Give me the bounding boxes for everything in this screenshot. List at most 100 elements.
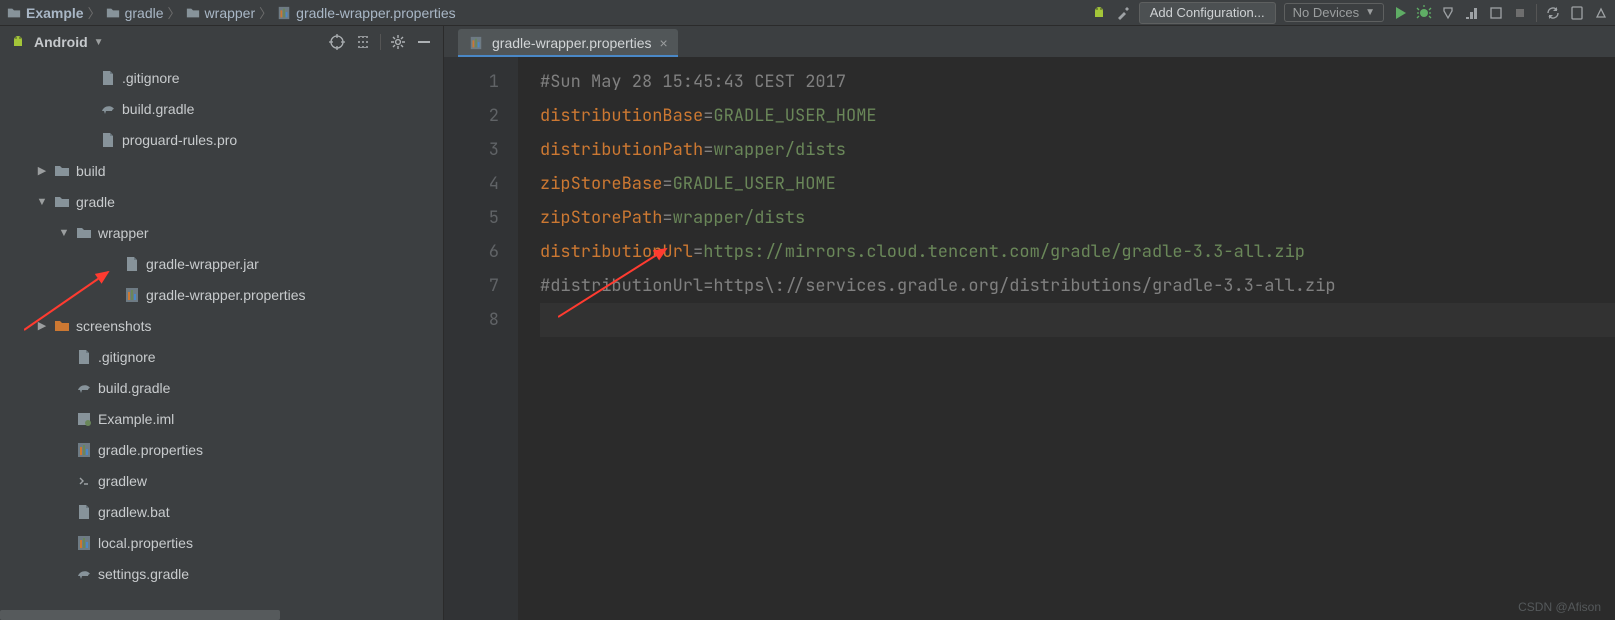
code-area: 12345678 #Sun May 28 15:45:43 CEST 2017 … bbox=[444, 57, 1615, 620]
gutter-line-number: 6 bbox=[444, 235, 499, 269]
code-line: zipStorePath=wrapper/dists bbox=[540, 201, 1615, 235]
tree-file[interactable]: gradlew.bat bbox=[0, 496, 443, 527]
editor-tab[interactable]: gradle-wrapper.properties × bbox=[458, 29, 678, 57]
code-content[interactable]: #Sun May 28 15:45:43 CEST 2017 distribut… bbox=[518, 57, 1615, 620]
hammer-icon[interactable] bbox=[1115, 5, 1131, 21]
tree-file[interactable]: build.gradle bbox=[0, 93, 443, 124]
coverage-icon[interactable] bbox=[1440, 5, 1456, 21]
code-line-current bbox=[540, 303, 1615, 337]
project-tree[interactable]: .gitignore build.gradle proguard-rules.pro… bbox=[0, 58, 443, 620]
tree-file[interactable]: .gitignore bbox=[0, 341, 443, 372]
project-panel-header: Android▼ bbox=[0, 26, 443, 58]
tree-item-label: settings.gradle bbox=[98, 566, 189, 582]
tree-file[interactable]: gradle-wrapper.jar bbox=[0, 248, 443, 279]
editor-tabs: gradle-wrapper.properties × bbox=[444, 26, 1615, 57]
gutter-line-number: 4 bbox=[444, 167, 499, 201]
chevron-right-icon: 〉 bbox=[168, 3, 181, 22]
project-tool-window: Android▼ .gitignore build.gradle proguard-… bbox=[0, 26, 444, 620]
chevron-right-icon: 〉 bbox=[259, 3, 272, 22]
editor-gutter: 12345678 bbox=[444, 57, 518, 620]
editor-tab-label: gradle-wrapper.properties bbox=[492, 35, 652, 51]
tree-file[interactable]: local.properties bbox=[0, 527, 443, 558]
debug-icon[interactable] bbox=[1416, 5, 1432, 21]
breadcrumb-toolbar: Example 〉 gradle 〉 wrapper 〉 gradle-wrap… bbox=[0, 0, 1615, 26]
tree-arrow-icon[interactable]: ▶ bbox=[36, 319, 48, 332]
folder-icon bbox=[76, 225, 92, 241]
gear-icon[interactable] bbox=[389, 33, 407, 51]
avd-icon[interactable] bbox=[1569, 5, 1585, 21]
device-selector[interactable]: No Devices▼ bbox=[1284, 3, 1384, 22]
tree-file[interactable]: settings.gradle bbox=[0, 558, 443, 589]
gutter-line-number: 8 bbox=[444, 303, 499, 337]
collapse-all-icon[interactable] bbox=[354, 33, 372, 51]
horizontal-scrollbar[interactable] bbox=[0, 610, 280, 620]
gradle-icon bbox=[100, 101, 116, 117]
profile-icon[interactable] bbox=[1464, 5, 1480, 21]
tree-file[interactable]: build.gradle bbox=[0, 372, 443, 403]
breadcrumb-item[interactable]: gradle-wrapper.properties bbox=[276, 5, 456, 21]
run-icon[interactable] bbox=[1392, 5, 1408, 21]
breadcrumb-item[interactable]: Example bbox=[6, 5, 84, 21]
tree-file[interactable]: gradle-wrapper.properties bbox=[0, 279, 443, 310]
code-line: distributionUrl=https://mirrors.cloud.te… bbox=[540, 235, 1615, 269]
add-configuration-button[interactable]: Add Configuration... bbox=[1139, 2, 1276, 24]
properties-file-icon bbox=[468, 35, 484, 51]
tree-item-label: gradle-wrapper.jar bbox=[146, 256, 259, 272]
attach-icon[interactable] bbox=[1488, 5, 1504, 21]
tree-item-label: gradle.properties bbox=[98, 442, 203, 458]
android-icon bbox=[10, 34, 26, 50]
gradle-icon bbox=[76, 380, 92, 396]
folder-icon bbox=[54, 194, 70, 210]
tree-file[interactable]: proguard-rules.pro bbox=[0, 124, 443, 155]
tree-item-label: .gitignore bbox=[122, 70, 180, 86]
file-generic-icon bbox=[100, 70, 116, 86]
sync-icon[interactable] bbox=[1545, 5, 1561, 21]
gutter-line-number: 2 bbox=[444, 99, 499, 133]
hide-icon[interactable] bbox=[415, 33, 433, 51]
gradle-icon bbox=[76, 566, 92, 582]
tree-item-label: proguard-rules.pro bbox=[122, 132, 237, 148]
android-icon[interactable] bbox=[1091, 5, 1107, 21]
tree-arrow-icon[interactable]: ▼ bbox=[58, 227, 70, 239]
tree-arrow-icon[interactable]: ▶ bbox=[36, 164, 48, 177]
tree-item-label: build.gradle bbox=[122, 101, 194, 117]
tree-item-label: build.gradle bbox=[98, 380, 170, 396]
gutter-line-number: 7 bbox=[444, 269, 499, 303]
tree-item-label: build bbox=[76, 163, 106, 179]
locate-icon[interactable] bbox=[328, 33, 346, 51]
tree-folder[interactable]: ▼gradle bbox=[0, 186, 443, 217]
properties-icon bbox=[76, 442, 92, 458]
close-tab-icon[interactable]: × bbox=[660, 35, 668, 51]
tree-file[interactable]: gradle.properties bbox=[0, 434, 443, 465]
tree-folder[interactable]: ▶ build bbox=[0, 155, 443, 186]
tree-item-label: gradlew.bat bbox=[98, 504, 170, 520]
project-view-selector[interactable]: Android▼ bbox=[34, 34, 104, 50]
chevron-right-icon: 〉 bbox=[88, 3, 101, 22]
gutter-line-number: 5 bbox=[444, 201, 499, 235]
tree-file[interactable]: gradlew bbox=[0, 465, 443, 496]
code-line: #Sun May 28 15:45:43 CEST 2017 bbox=[540, 71, 846, 93]
tree-file[interactable]: Example.iml bbox=[0, 403, 443, 434]
properties-icon bbox=[124, 287, 140, 303]
tree-item-label: Example.iml bbox=[98, 411, 174, 427]
breadcrumb-item[interactable]: gradle bbox=[105, 5, 164, 21]
module-icon bbox=[76, 411, 92, 427]
tree-file[interactable]: .gitignore bbox=[0, 62, 443, 93]
editor-pane: gradle-wrapper.properties × 12345678 #Su… bbox=[444, 26, 1615, 620]
sdk-icon[interactable] bbox=[1593, 5, 1609, 21]
gutter-line-number: 1 bbox=[444, 65, 499, 99]
script-icon bbox=[76, 473, 92, 489]
toolbar-right: Add Configuration... No Devices▼ bbox=[1091, 2, 1609, 24]
file-generic-icon bbox=[76, 504, 92, 520]
tree-item-label: screenshots bbox=[76, 318, 151, 334]
tree-folder[interactable]: ▶ screenshots bbox=[0, 310, 443, 341]
breadcrumb-item[interactable]: wrapper bbox=[185, 5, 256, 21]
tree-folder[interactable]: ▼wrapper bbox=[0, 217, 443, 248]
breadcrumb: Example 〉 gradle 〉 wrapper 〉 gradle-wrap… bbox=[6, 3, 1091, 22]
code-line: zipStoreBase=GRADLE_USER_HOME bbox=[540, 167, 1615, 201]
tree-item-label: gradle-wrapper.properties bbox=[146, 287, 306, 303]
tree-item-label: local.properties bbox=[98, 535, 193, 551]
stop-icon[interactable] bbox=[1512, 5, 1528, 21]
tree-arrow-icon[interactable]: ▼ bbox=[36, 196, 48, 208]
file-generic-icon bbox=[124, 256, 140, 272]
